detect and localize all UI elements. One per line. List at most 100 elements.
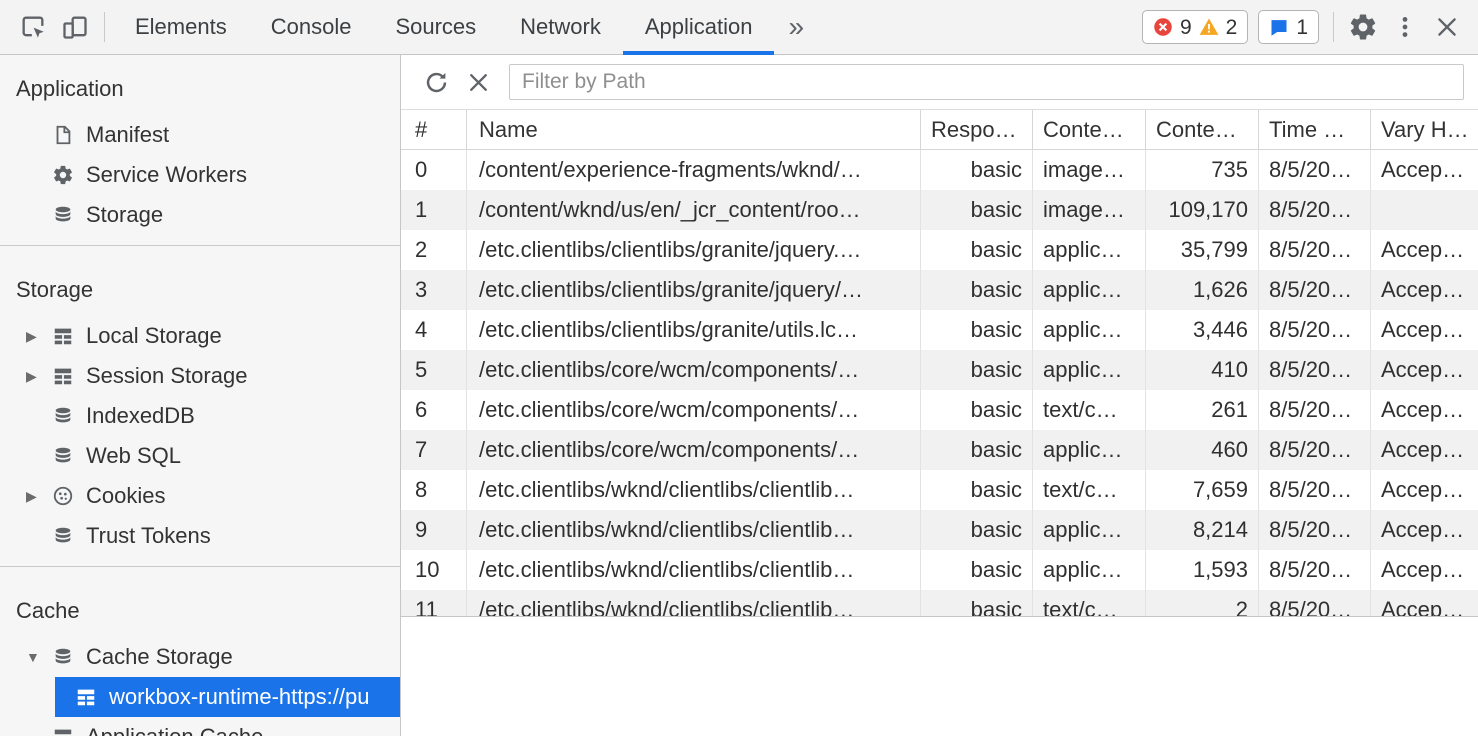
cell-response-type: basic [921,310,1033,350]
sidebar-item-indexeddb[interactable]: IndexedDB [0,396,400,436]
cell-number: 8 [401,470,467,510]
chevron-down-icon[interactable]: ▼ [26,649,52,665]
column-header-response-type[interactable]: Respo… [921,110,1033,149]
cell-time-cached: 8/5/20… [1259,150,1371,190]
warning-count: 2 [1226,17,1238,38]
column-header-vary-header[interactable]: Vary H… [1371,110,1478,149]
cache-toolbar [401,55,1478,110]
cell-content-length: 3,446 [1146,310,1259,350]
refresh-icon [423,69,450,96]
toolbar-divider [1333,12,1334,42]
table-icon [52,365,74,387]
cell-content-type: applic… [1033,350,1146,390]
cell-content-length: 8,214 [1146,510,1259,550]
inspect-element-button[interactable] [12,6,54,48]
cookie-icon [52,485,74,507]
column-header-content-type[interactable]: Conte… [1033,110,1146,149]
cell-response-type: basic [921,350,1033,390]
sidebar-section-application: Application Manifest Service Workers Sto… [0,55,400,246]
sidebar-item-storage[interactable]: Storage [0,195,400,235]
cell-vary-header: Accep… [1371,270,1478,310]
cell-time-cached: 8/5/20… [1259,230,1371,270]
cell-time-cached: 8/5/20… [1259,270,1371,310]
cell-name: /etc.clientlibs/wknd/clientlibs/clientli… [467,470,921,510]
cell-content-length: 7,659 [1146,470,1259,510]
tab-application[interactable]: Application [623,0,775,55]
table-row[interactable]: 9/etc.clientlibs/wknd/clientlibs/clientl… [401,510,1478,550]
tab-elements[interactable]: Elements [113,0,249,55]
sidebar-item-session-storage[interactable]: ▶ Session Storage [0,356,400,396]
cell-content-length: 109,170 [1146,190,1259,230]
tab-console[interactable]: Console [249,0,374,55]
table-row[interactable]: 2/etc.clientlibs/clientlibs/granite/jque… [401,230,1478,270]
console-errors-warnings-badge[interactable]: 9 2 [1142,10,1248,44]
table-row[interactable]: 4/etc.clientlibs/clientlibs/granite/util… [401,310,1478,350]
cell-response-type: basic [921,390,1033,430]
cell-response-type: basic [921,430,1033,470]
console-messages-badge[interactable]: 1 [1258,10,1319,44]
section-title: Storage [0,272,400,308]
column-header-name[interactable]: Name [467,110,921,149]
cell-content-length: 2 [1146,590,1259,617]
sidebar-item-application-cache[interactable]: Application Cache [0,717,400,736]
sidebar-item-label: Local Storage [86,323,222,349]
application-panel: Application Manifest Service Workers Sto… [0,55,1478,736]
sidebar-item-trust-tokens[interactable]: Trust Tokens [0,516,400,556]
sidebar-item-workbox-runtime-cache[interactable]: workbox-runtime-https://pu [55,677,400,717]
chevron-right-icon[interactable]: ▶ [26,328,52,345]
table-row[interactable]: 6/etc.clientlibs/core/wcm/components/…ba… [401,390,1478,430]
sidebar-item-service-workers[interactable]: Service Workers [0,155,400,195]
cell-content-type: image… [1033,190,1146,230]
cell-content-length: 460 [1146,430,1259,470]
inspect-icon [19,13,47,41]
warning-icon [1199,17,1219,37]
cell-name: /etc.clientlibs/wknd/clientlibs/clientli… [467,590,921,617]
table-row[interactable]: 3/etc.clientlibs/clientlibs/granite/jque… [401,270,1478,310]
panel-tabs: Elements Console Sources Network Applica… [113,0,774,55]
cell-time-cached: 8/5/20… [1259,590,1371,617]
settings-button[interactable] [1342,6,1384,48]
column-header-time-cached[interactable]: Time … [1259,110,1371,149]
filter-by-path-input[interactable] [509,64,1464,100]
table-row[interactable]: 1/content/wknd/us/en/_jcr_content/roo…ba… [401,190,1478,230]
message-count: 1 [1296,17,1308,38]
sidebar-item-cookies[interactable]: ▶ Cookies [0,476,400,516]
cell-time-cached: 8/5/20… [1259,510,1371,550]
delete-selected-button[interactable] [457,61,499,103]
cell-name: /etc.clientlibs/clientlibs/granite/utils… [467,310,921,350]
cell-response-type: basic [921,510,1033,550]
more-menu-button[interactable] [1384,6,1426,48]
table-row[interactable]: 11/etc.clientlibs/wknd/clientlibs/client… [401,590,1478,617]
toolbar-divider [104,12,105,42]
refresh-button[interactable] [415,61,457,103]
cell-time-cached: 8/5/20… [1259,470,1371,510]
tab-network[interactable]: Network [498,0,623,55]
sidebar-item-manifest[interactable]: Manifest [0,115,400,155]
cell-number: 11 [401,590,467,617]
chevron-right-icon[interactable]: ▶ [26,488,52,505]
column-header-number[interactable]: # [401,110,467,149]
table-row[interactable]: 0/content/experience-fragments/wknd/…bas… [401,150,1478,190]
cell-time-cached: 8/5/20… [1259,310,1371,350]
table-row[interactable]: 5/etc.clientlibs/core/wcm/components/…ba… [401,350,1478,390]
cell-vary-header [1371,190,1478,230]
cell-content-type: applic… [1033,310,1146,350]
settings-gear-icon [1348,12,1378,42]
cell-number: 2 [401,230,467,270]
sidebar-item-local-storage[interactable]: ▶ Local Storage [0,316,400,356]
close-devtools-button[interactable] [1426,6,1468,48]
tab-sources[interactable]: Sources [373,0,498,55]
sidebar-item-web-sql[interactable]: Web SQL [0,436,400,476]
device-toolbar-button[interactable] [54,6,96,48]
column-header-content-length[interactable]: Conte… [1146,110,1259,149]
database-icon [52,204,74,226]
more-tabs-icon[interactable]: » [774,11,818,43]
sidebar-item-cache-storage[interactable]: ▼ Cache Storage [0,637,400,677]
table-row[interactable]: 8/etc.clientlibs/wknd/clientlibs/clientl… [401,470,1478,510]
cache-entries-table: 0/content/experience-fragments/wknd/…bas… [401,150,1478,617]
cell-vary-header: Accep… [1371,550,1478,590]
table-row[interactable]: 7/etc.clientlibs/core/wcm/components/…ba… [401,430,1478,470]
chevron-right-icon[interactable]: ▶ [26,368,52,385]
cell-response-type: basic [921,270,1033,310]
table-row[interactable]: 10/etc.clientlibs/wknd/clientlibs/client… [401,550,1478,590]
